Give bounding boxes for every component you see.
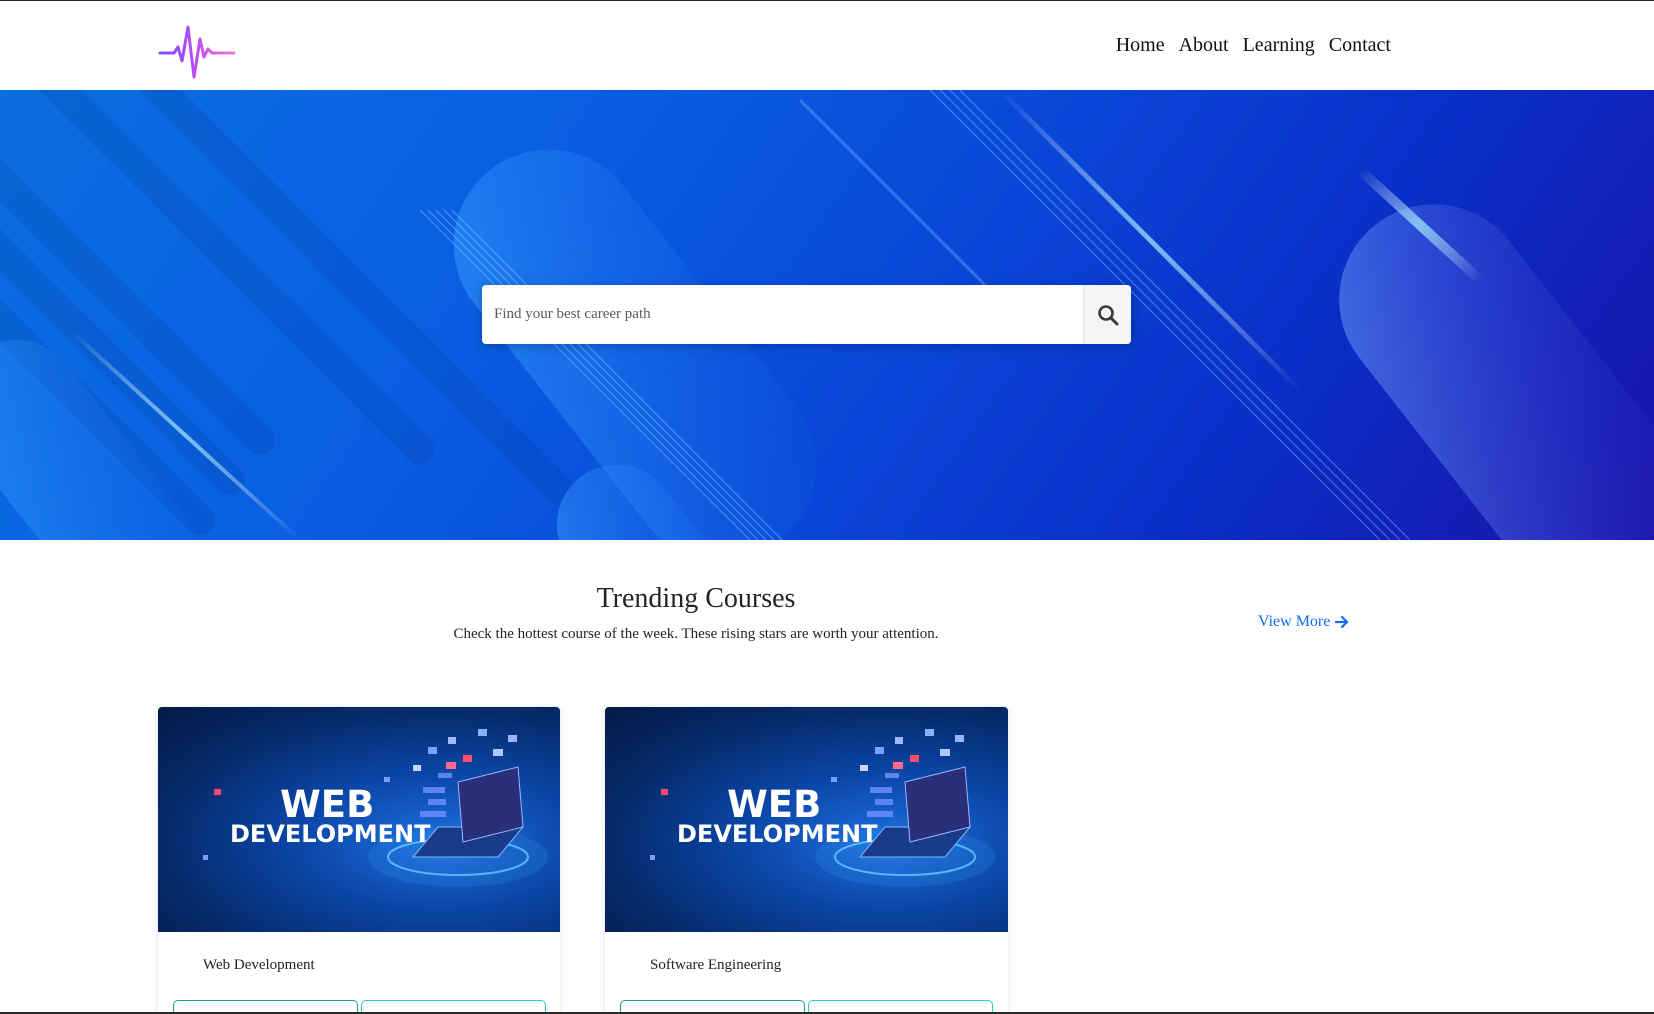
nav-contact-link[interactable]: Contact — [1322, 34, 1398, 57]
view-more-label: View More — [1258, 613, 1331, 630]
course-title: Software Engineering — [650, 957, 782, 973]
thumbnail-text-line2: DEVELOPMENT — [677, 820, 878, 848]
course-title: Web Development — [203, 957, 315, 973]
page: Home About Learning Contact Find your be… — [0, 0, 1654, 1014]
search-icon — [1097, 304, 1118, 325]
career-search-box — [482, 285, 1131, 344]
trending-courses-subtitle: Check the hottest course of the week. Th… — [453, 626, 939, 642]
hero-banner — [0, 90, 1654, 540]
nav-learning-link[interactable]: Learning — [1236, 34, 1322, 57]
thumbnail-text-line2: DEVELOPMENT — [230, 820, 431, 848]
search-button[interactable] — [1083, 285, 1131, 344]
view-more-link[interactable]: View More — [1258, 613, 1349, 631]
arrow-right-icon — [1335, 615, 1349, 629]
nav-home-link[interactable]: Home — [1109, 34, 1172, 57]
main-nav: Home About Learning Contact — [1109, 34, 1398, 57]
pulse-wave-logo[interactable] — [158, 17, 236, 79]
course-card[interactable]: WEB DEVELOPMENT Web Development — [158, 707, 560, 1014]
course-thumbnail: WEB DEVELOPMENT — [158, 707, 560, 932]
course-card[interactable]: WEB DEVELOPMENT Software Engineering — [605, 707, 1008, 1014]
career-search-input[interactable] — [482, 285, 1083, 344]
nav-about-link[interactable]: About — [1172, 34, 1236, 57]
course-thumbnail: WEB DEVELOPMENT — [605, 707, 1008, 932]
site-header: Home About Learning Contact — [0, 1, 1654, 90]
trending-courses-heading: Trending Courses — [596, 583, 796, 614]
